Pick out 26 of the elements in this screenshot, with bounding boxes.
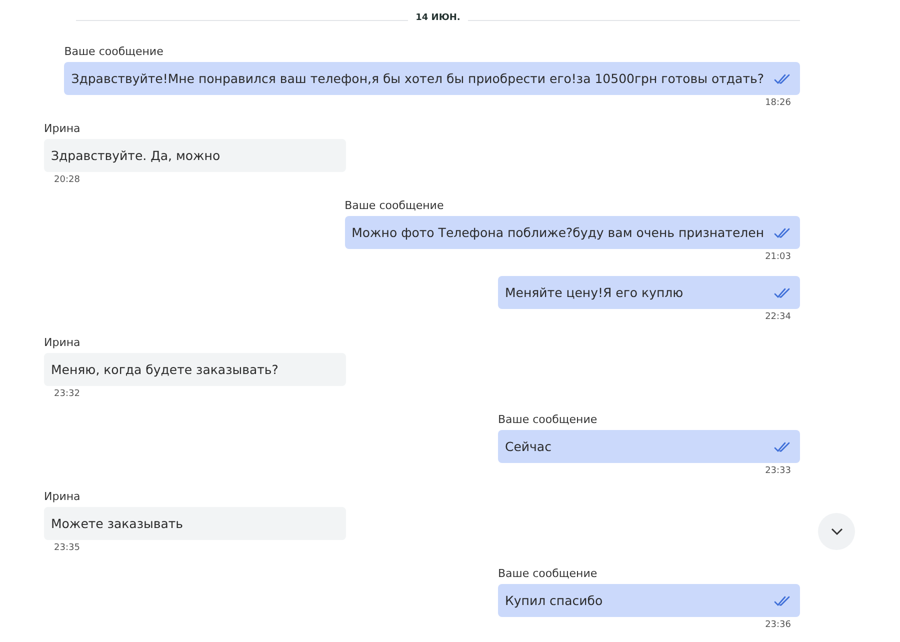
chevron-down-icon <box>830 528 842 536</box>
message-text: Меняю, когда будете заказывать? <box>51 362 278 377</box>
sender-name: Ирина <box>44 122 80 135</box>
message-time: 18:26 <box>765 97 791 109</box>
message-time: 21:03 <box>765 251 791 263</box>
message-time: 20:28 <box>54 174 80 186</box>
message-time: 23:32 <box>54 388 80 400</box>
message-text: Можно фото Телефона поближе?буду вам очень признателен <box>352 225 764 240</box>
scroll-down-button[interactable] <box>818 513 855 550</box>
message-text: Меняйте цену!Я его куплю <box>505 285 684 300</box>
message-time: 23:33 <box>765 465 791 477</box>
message-text: Купил спасибо <box>505 593 603 608</box>
message-time: 22:34 <box>765 311 791 323</box>
sender-name: Ваше сообщение <box>344 199 444 212</box>
sender-name: Ирина <box>44 336 80 349</box>
message-time: 23:36 <box>765 619 791 631</box>
sender-name: Ваше сообщение <box>64 45 164 58</box>
message-text: Здравствуйте. Да, можно <box>51 148 220 163</box>
message-text: Здравствуйте!Мне понравился ваш телефон,я бы хотел бы приобрести его!за 10500грн готовы отдать? <box>71 71 764 86</box>
message-text: Можете заказывать <box>51 516 184 531</box>
sender-name: Ирина <box>44 490 80 503</box>
sender-name: Ваше сообщение <box>498 413 598 426</box>
message-text: Сейчас <box>505 439 552 454</box>
message-time: 23:35 <box>54 542 80 554</box>
sender-name: Ваше сообщение <box>498 567 598 580</box>
date-divider: 14 ИЮН. <box>416 13 460 23</box>
